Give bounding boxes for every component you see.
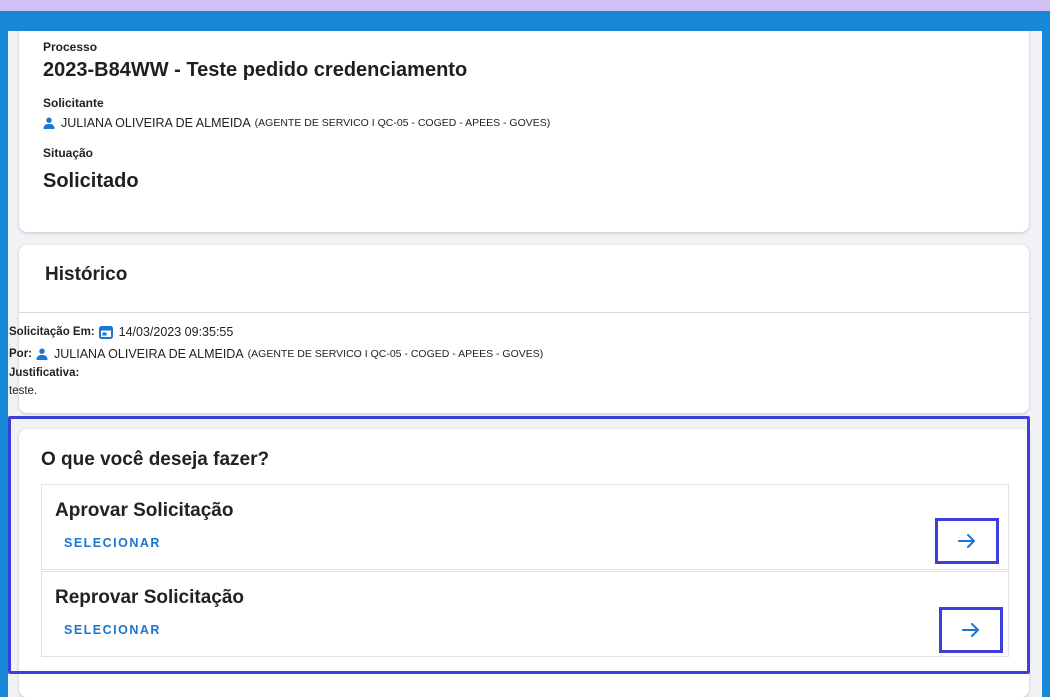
justificativa-text: teste. [9,385,38,397]
justificativa-label: Justificativa: [9,367,80,379]
por-line: Por: JULIANA OLIVEIRA DE ALMEIDA (AGENTE… [9,347,543,361]
historico-card: Histórico Solicitação Em: 14/03/2023 09:… [9,245,1029,413]
situacao-value: Solicitado [43,170,139,192]
historico-header: Histórico [19,245,1029,313]
solicitante-name: JULIANA OLIVEIRA DE ALMEIDA [61,116,251,130]
solicitacao-label: Solicitação Em: [9,326,95,338]
processo-label: Processo [43,40,98,54]
acoes-highlight-frame [8,416,1030,674]
solicitante-line: JULIANA OLIVEIRA DE ALMEIDA (AGENTE DE S… [43,116,550,130]
solicitante-dept: (AGENTE DE SERVICO I QC-05 - COGED - APE… [254,117,551,129]
solicitacao-line: Solicitação Em: 14/03/2023 09:35:55 [9,325,233,339]
situacao-label: Situação [43,146,94,160]
solicitante-label: Solicitante [43,96,104,110]
person-icon [43,117,55,129]
solicitacao-datetime: 14/03/2023 09:35:55 [118,325,234,339]
por-dept: (AGENTE DE SERVICO I QC-05 - COGED - APE… [247,348,544,360]
historico-title: Histórico [45,264,128,285]
person-icon [36,348,48,360]
por-name: JULIANA OLIVEIRA DE ALMEIDA [54,347,244,361]
processo-card: Processo 2023-B84WW - Teste pedido crede… [19,31,1029,232]
calendar-icon [98,325,113,339]
por-label: Por: [9,348,32,360]
justificativa-line: Justificativa: [9,367,83,379]
processo-value: 2023-B84WW - Teste pedido credenciamento [43,59,468,81]
